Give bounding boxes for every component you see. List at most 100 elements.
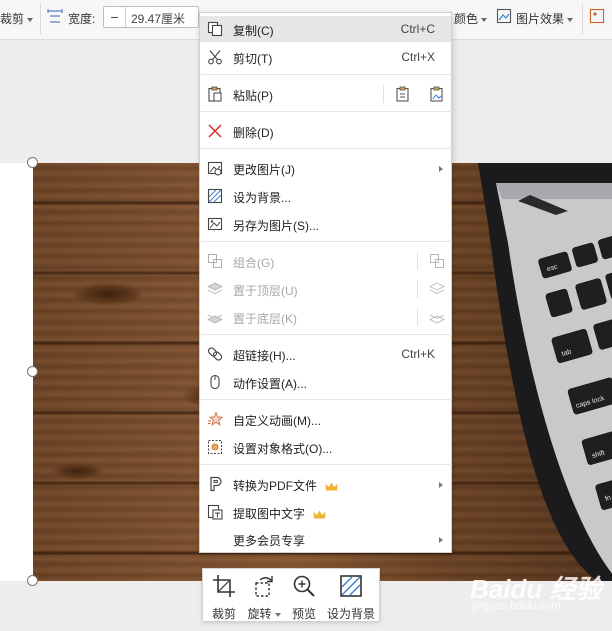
menu-item-label: 置于底层(K) [233,312,297,326]
menu-item-label: 组合(G) [233,256,275,270]
width-decrease-button[interactable]: − [104,7,126,27]
send-to-back-icon [207,314,223,324]
save-as-picture-icon [207,217,223,231]
crown-icon [325,482,338,491]
resize-handle-middle-left[interactable] [27,366,38,377]
menu-item-more-member-features[interactable]: 更多会员专享 [200,526,451,552]
set-background-button[interactable]: 设为背景 [323,569,379,621]
menu-item-set-background[interactable]: 设为背景... [200,183,451,209]
menu-item-label: 另存为图片(S)... [233,219,319,233]
menu-item-label: 设置对象格式(O)... [233,442,333,456]
laptop-keyboard-image: esc tab caps lock shift fn [478,163,612,581]
menu-item-label: 复制(C) [233,24,274,38]
chevron-down-icon [274,612,281,617]
menu-item-label: 转换为PDF文件 [233,477,338,494]
divider [383,85,384,103]
crop-dropdown[interactable]: 裁剪 [0,10,34,27]
crop-label: 裁剪 [0,12,25,26]
bring-to-front-icon [207,282,223,295]
group-options-icon [430,254,444,268]
color-label: 颜色 [454,12,479,26]
menu-divider [201,241,452,242]
rotate-button[interactable]: 旋转 [243,569,285,621]
picture-effects-icon [496,8,512,24]
menu-item-extract-text[interactable]: 提取图中文字 [200,499,451,525]
menu-item-change-picture[interactable]: 更改图片(J) [200,155,451,181]
mouse-icon [210,374,220,390]
picture-effects-dropdown[interactable]: 图片效果 [516,10,574,27]
divider [417,252,418,270]
menu-item-text: 提取图中文字 [233,507,306,521]
submenu-arrow-icon [439,537,443,543]
menu-item-format-object[interactable]: 设置对象格式(O)... [200,434,451,460]
shortcut-label: Ctrl+C [400,22,435,36]
resize-handle-top-left[interactable] [27,157,38,168]
menu-item-label: 更多会员专享 [233,534,306,548]
crop-button-label: 裁剪 [211,607,236,621]
paste-icon [208,86,222,102]
chevron-down-icon [567,17,574,22]
menu-item-label: 剪切(T) [233,52,273,66]
shortcut-label: Ctrl+X [401,50,435,64]
paste-keep-format-icon[interactable] [395,86,411,102]
picture-effects-label: 图片效果 [516,12,565,26]
rotate-label: 旋转 [247,607,272,621]
menu-item-label: 粘贴(P) [233,89,273,103]
preview-button-label: 预览 [291,607,316,621]
menu-divider [201,148,452,149]
paste-as-picture-icon[interactable] [429,86,445,102]
wood-knot [53,463,103,479]
context-menu: 复制(C) Ctrl+C 剪切(T) Ctrl+X 粘贴(P) 删除(D) 更改… [199,12,452,553]
menu-item-label: 置于顶层(U) [233,284,298,298]
menu-item-convert-to-pdf[interactable]: 转换为PDF文件 [200,471,451,497]
submenu-arrow-icon [439,482,443,488]
menu-item-hyperlink[interactable]: 超链接(H)... Ctrl+K [200,341,451,367]
preview-button[interactable]: 预览 [285,569,323,621]
star-animation-icon [208,411,223,427]
menu-item-copy[interactable]: 复制(C) Ctrl+C [200,16,451,42]
menu-item-label: 更改图片(J) [233,163,295,177]
chevron-down-icon [481,17,488,22]
crown-icon [313,510,326,519]
menu-item-action-settings[interactable]: 动作设置(A)... [200,369,451,395]
watermark-domain: jingyan.baidu.com [472,600,561,612]
menu-item-group[interactable]: 组合(G) [200,248,451,274]
rotate-icon [255,576,273,597]
menu-item-text: 转换为PDF文件 [233,479,318,493]
menu-item-paste[interactable]: 粘贴(P) [200,81,451,107]
divider [582,4,583,34]
color-dropdown[interactable]: 颜色 [454,10,488,27]
menu-item-cut[interactable]: 剪切(T) Ctrl+X [200,44,451,70]
menu-divider [201,464,452,465]
menu-item-label: 提取图中文字 [233,505,326,522]
extract-text-icon [207,504,223,520]
menu-item-custom-animation[interactable]: 自定义动画(M)... [200,406,451,432]
picture-icon[interactable] [589,8,605,24]
menu-divider [201,111,452,112]
menu-item-bring-to-front[interactable]: 置于顶层(U) [200,276,451,302]
width-icon [47,9,63,23]
chevron-down-icon [27,17,34,22]
menu-item-label: 删除(D) [233,126,274,140]
set-background-icon [340,575,362,597]
format-object-icon [208,440,222,454]
group-icon [208,254,222,268]
divider [417,308,418,326]
crop-icon [213,575,235,597]
width-input[interactable]: − 29.47厘米 [103,6,199,28]
menu-item-save-as-picture[interactable]: 另存为图片(S)... [200,211,451,237]
pdf-icon [210,476,222,492]
width-label: 宽度: [68,12,96,26]
menu-item-delete[interactable]: 删除(D) [200,118,451,144]
hyperlink-icon [207,347,223,361]
set-background-icon [207,188,223,204]
bring-forward-icon [429,282,445,295]
crop-button[interactable]: 裁剪 [205,569,243,621]
send-backward-icon [429,314,445,324]
copy-icon [207,21,223,37]
divider [40,4,41,34]
zoom-in-icon [293,575,315,597]
resize-handle-bottom-left[interactable] [27,575,38,586]
menu-item-send-to-back[interactable]: 置于底层(K) [200,304,451,330]
set-background-button-label: 设为背景 [326,607,375,621]
